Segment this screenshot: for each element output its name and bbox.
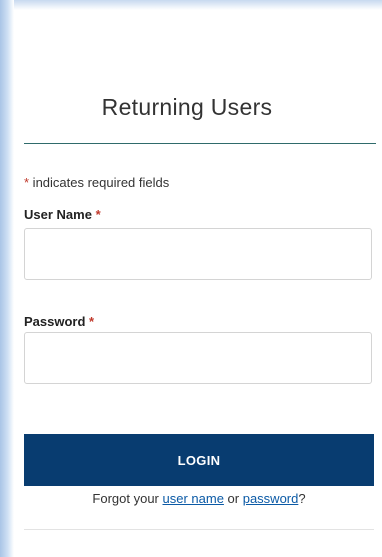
forgot-prefix: Forgot your — [92, 491, 163, 506]
forgot-username-link[interactable]: user name — [163, 491, 224, 506]
username-required-asterisk: * — [95, 207, 101, 222]
window-left-shadow — [0, 0, 14, 557]
login-button[interactable]: LOGIN — [24, 434, 374, 486]
page-title: Returning Users — [101, 94, 273, 120]
forgot-middle: or — [223, 491, 243, 506]
password-required-asterisk: * — [89, 314, 95, 329]
password-label: Password * — [24, 314, 94, 329]
username-label: User Name * — [24, 207, 101, 222]
forgot-suffix: ? — [298, 491, 306, 506]
title-divider — [24, 143, 376, 144]
bottom-divider — [24, 529, 374, 530]
username-input[interactable] — [24, 228, 372, 280]
password-label-text: Password — [24, 314, 86, 329]
login-window: Returning Users * indicates required fie… — [0, 0, 382, 557]
username-label-text: User Name — [24, 207, 92, 222]
login-panel: Returning Users * indicates required fie… — [14, 10, 382, 557]
required-fields-note: * indicates required fields — [24, 175, 169, 190]
required-note-text: indicates required fields — [29, 175, 170, 190]
forgot-credentials-text: Forgot your user name or password? — [24, 491, 374, 506]
password-input[interactable] — [24, 332, 372, 384]
forgot-password-link[interactable]: password — [243, 491, 299, 506]
window-top-shadow — [0, 0, 382, 10]
